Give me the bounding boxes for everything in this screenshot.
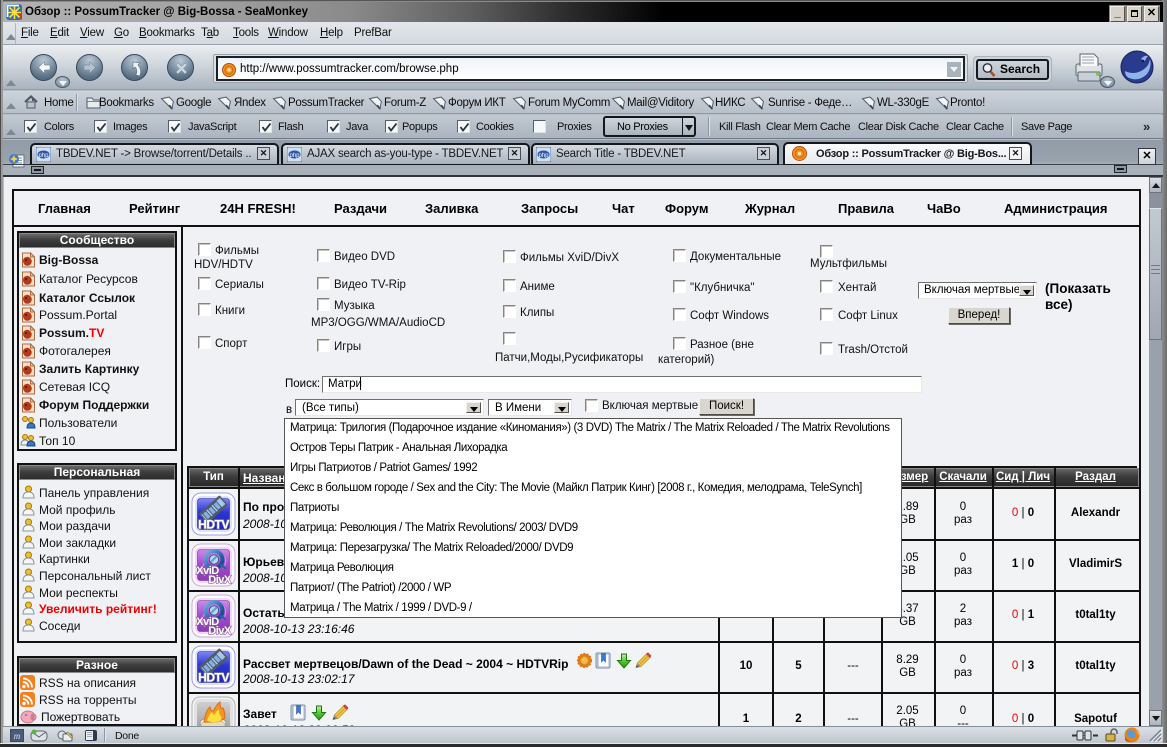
svg-text:HDTV: HDTV — [198, 671, 229, 685]
svg-text:DivX: DivX — [208, 625, 232, 637]
svg-text:HDTV: HDTV — [198, 518, 229, 532]
svg-text:DivX: DivX — [208, 574, 232, 586]
svg-text:php: php — [38, 153, 49, 159]
svg-text:php: php — [289, 153, 300, 159]
svg-text:php: php — [538, 153, 549, 159]
svg-text:m: m — [14, 731, 21, 741]
